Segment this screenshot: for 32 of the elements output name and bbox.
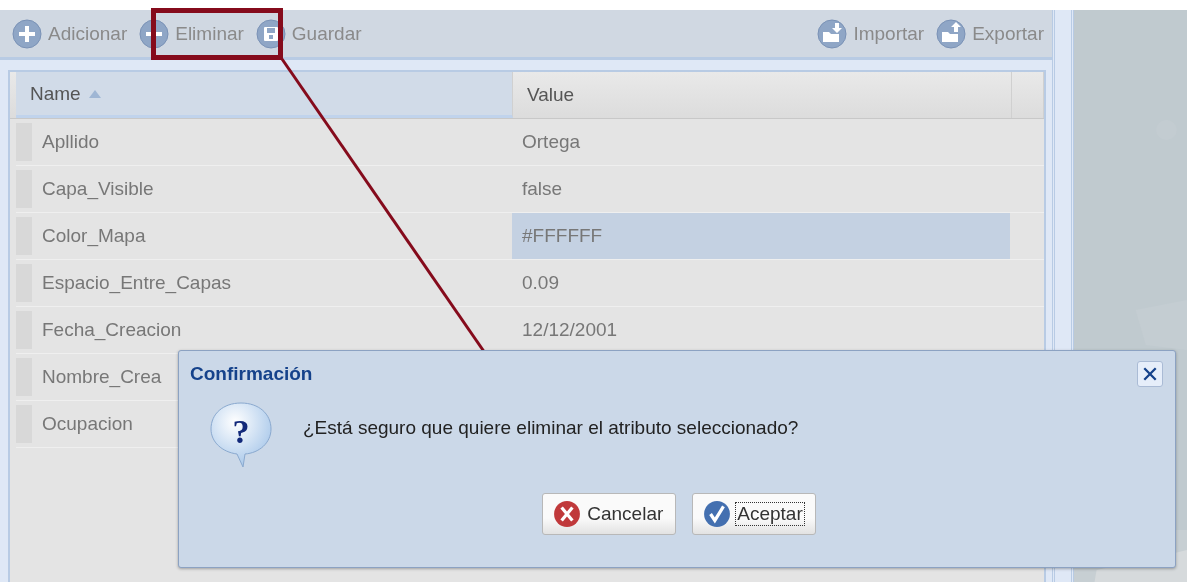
minus-icon — [139, 18, 170, 49]
table-cell: Fecha_Creacion — [42, 319, 182, 341]
export-button[interactable]: Exportar — [934, 16, 1046, 51]
table-cell[interactable]: 0.09 — [512, 260, 1010, 306]
table-cell[interactable]: 12/12/2001 — [512, 307, 1010, 353]
table-cell: Capa_Visible — [42, 178, 154, 200]
dialog-message: ¿Está seguro que quiere eliminar el atributo seleccionado? — [303, 417, 799, 439]
close-button[interactable] — [1137, 361, 1163, 387]
table-cell: Color_Mapa — [42, 225, 146, 247]
remove-button[interactable]: Eliminar — [137, 16, 246, 51]
table-cell: Espacio_Entre_Capas — [42, 272, 232, 294]
close-icon — [553, 500, 582, 528]
import-button[interactable]: Importar — [815, 16, 927, 51]
table-cell: Ocupacion — [42, 413, 133, 435]
table-cell[interactable]: false — [512, 166, 1010, 212]
floppy-disk-icon — [255, 18, 286, 49]
close-icon — [1142, 366, 1158, 382]
cancel-button[interactable]: Cancelar — [542, 493, 677, 535]
column-header[interactable]: Name — [16, 72, 513, 118]
table-cell: Nombre_Crea — [42, 366, 162, 388]
checkmark-icon — [703, 500, 732, 528]
dialog-title: Confirmación — [190, 363, 313, 385]
sort-ascending-icon — [88, 89, 101, 98]
plus-icon — [12, 18, 42, 49]
accept-button[interactable]: Aceptar — [692, 493, 816, 535]
column-header[interactable]: Value — [513, 72, 1012, 118]
question-bubble-icon: ? — [209, 401, 273, 469]
save-button[interactable]: Guardar — [253, 16, 364, 51]
table-cell[interactable]: Ortega — [512, 119, 1010, 165]
table-cell: Apllido — [42, 131, 100, 153]
table-cell[interactable]: #FFFFFF — [512, 213, 1010, 259]
add-button[interactable]: Adicionar — [10, 16, 130, 51]
